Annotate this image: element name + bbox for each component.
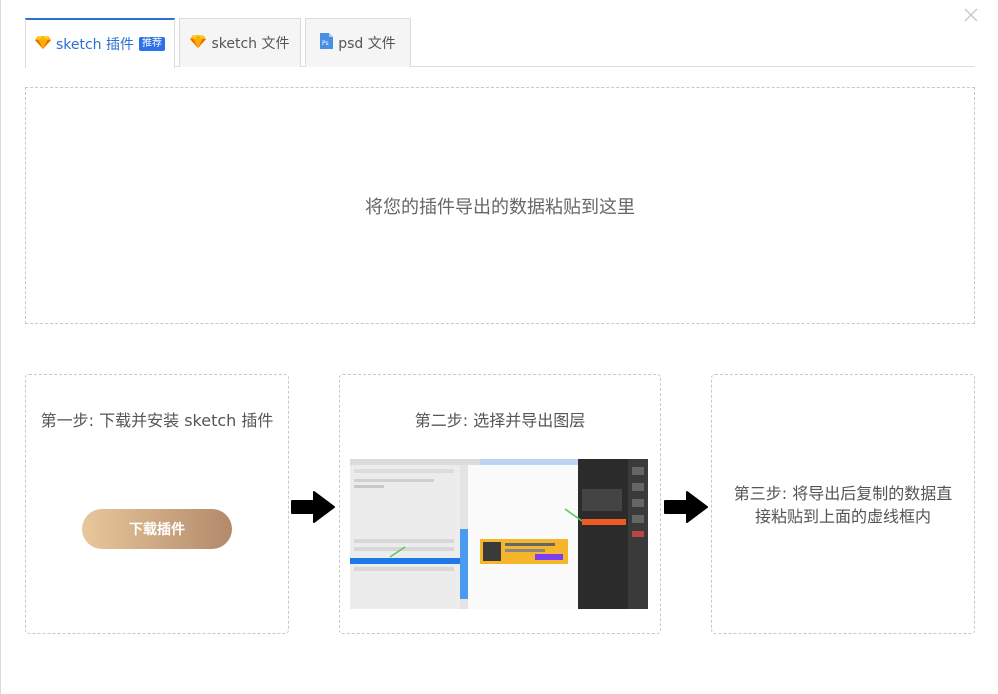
step-two-title: 第二步: 选择并导出图层 — [414, 411, 586, 430]
tab-label: sketch 插件 — [55, 37, 135, 53]
psd-file-icon: Ps — [320, 33, 334, 53]
download-plugin-button[interactable]: 下载插件 — [82, 509, 232, 549]
arrow-right-icon — [290, 490, 336, 524]
svg-text:Ps: Ps — [322, 40, 329, 47]
paste-placeholder: 将您的插件导出的数据粘贴到这里 — [365, 196, 635, 218]
arrow-right-icon — [663, 490, 709, 524]
step-three-text: 第三步: 将导出后复制的数据直 接粘贴到上面的虚线框内 — [720, 482, 966, 528]
paste-area[interactable]: 将您的插件导出的数据粘贴到这里 — [25, 87, 975, 324]
sketch-icon — [190, 34, 207, 52]
left-border — [0, 0, 1, 694]
step-one-card: 第一步: 下载并安装 sketch 插件 下载插件 — [25, 374, 289, 634]
step-three-line-2: 接粘贴到上面的虚线框内 — [754, 507, 931, 526]
tab-sketch-file[interactable]: sketch 文件 — [179, 18, 301, 67]
tab-sketch-plugin[interactable]: sketch 插件 推荐 — [25, 18, 175, 68]
step-three-card: 第三步: 将导出后复制的数据直 接粘贴到上面的虚线框内 — [711, 374, 975, 634]
export-screenshot — [350, 459, 648, 609]
tab-label: sketch 文件 — [211, 36, 290, 52]
step-three-line-1: 第三步: 将导出后复制的数据直 — [733, 484, 953, 503]
tab-psd-file[interactable]: Ps psd 文件 — [305, 18, 411, 67]
tab-bar: sketch 插件 推荐 sketch 文件 Ps psd 文件 — [25, 18, 975, 68]
step-one-title: 第一步: 下载并安装 sketch 插件 — [40, 411, 274, 430]
sketch-icon — [34, 35, 51, 53]
tab-label: psd 文件 — [338, 36, 396, 52]
recommend-badge: 推荐 — [139, 37, 166, 51]
step-two-card: 第二步: 选择并导出图层 — [339, 374, 661, 634]
